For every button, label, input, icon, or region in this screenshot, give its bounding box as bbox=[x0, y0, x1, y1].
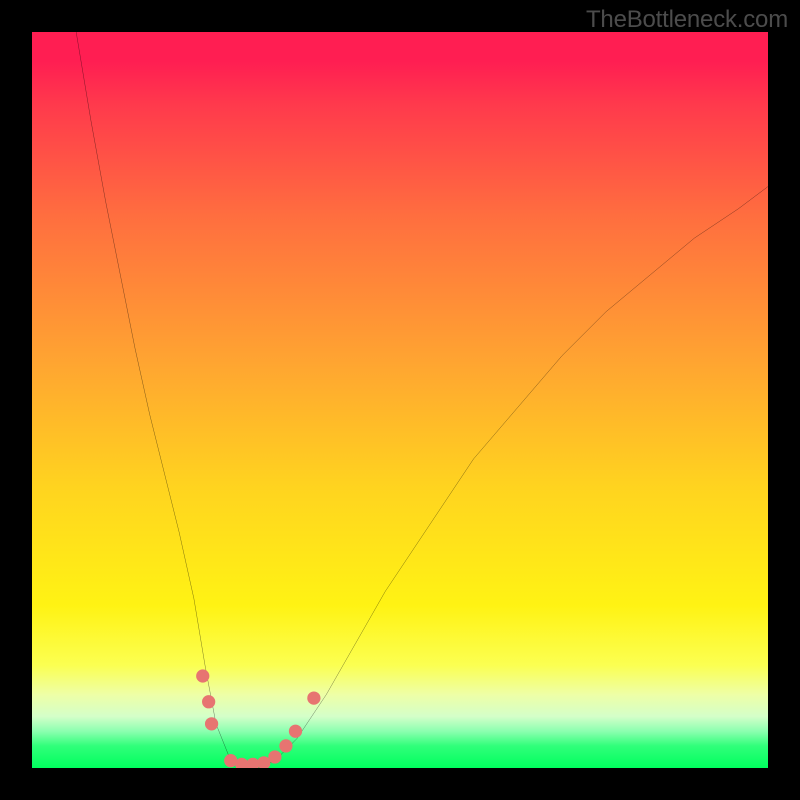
plot-area bbox=[32, 32, 768, 768]
highlight-dot bbox=[289, 725, 302, 738]
highlight-dot bbox=[202, 695, 215, 708]
chart-frame: TheBottleneck.com bbox=[0, 0, 800, 800]
watermark-text: TheBottleneck.com bbox=[586, 6, 788, 34]
highlight-dot bbox=[196, 669, 209, 682]
highlight-dot bbox=[205, 717, 218, 730]
highlight-dot bbox=[268, 750, 281, 763]
highlight-dot bbox=[279, 739, 292, 752]
highlight-dots bbox=[32, 32, 768, 768]
highlight-dot bbox=[307, 691, 320, 704]
